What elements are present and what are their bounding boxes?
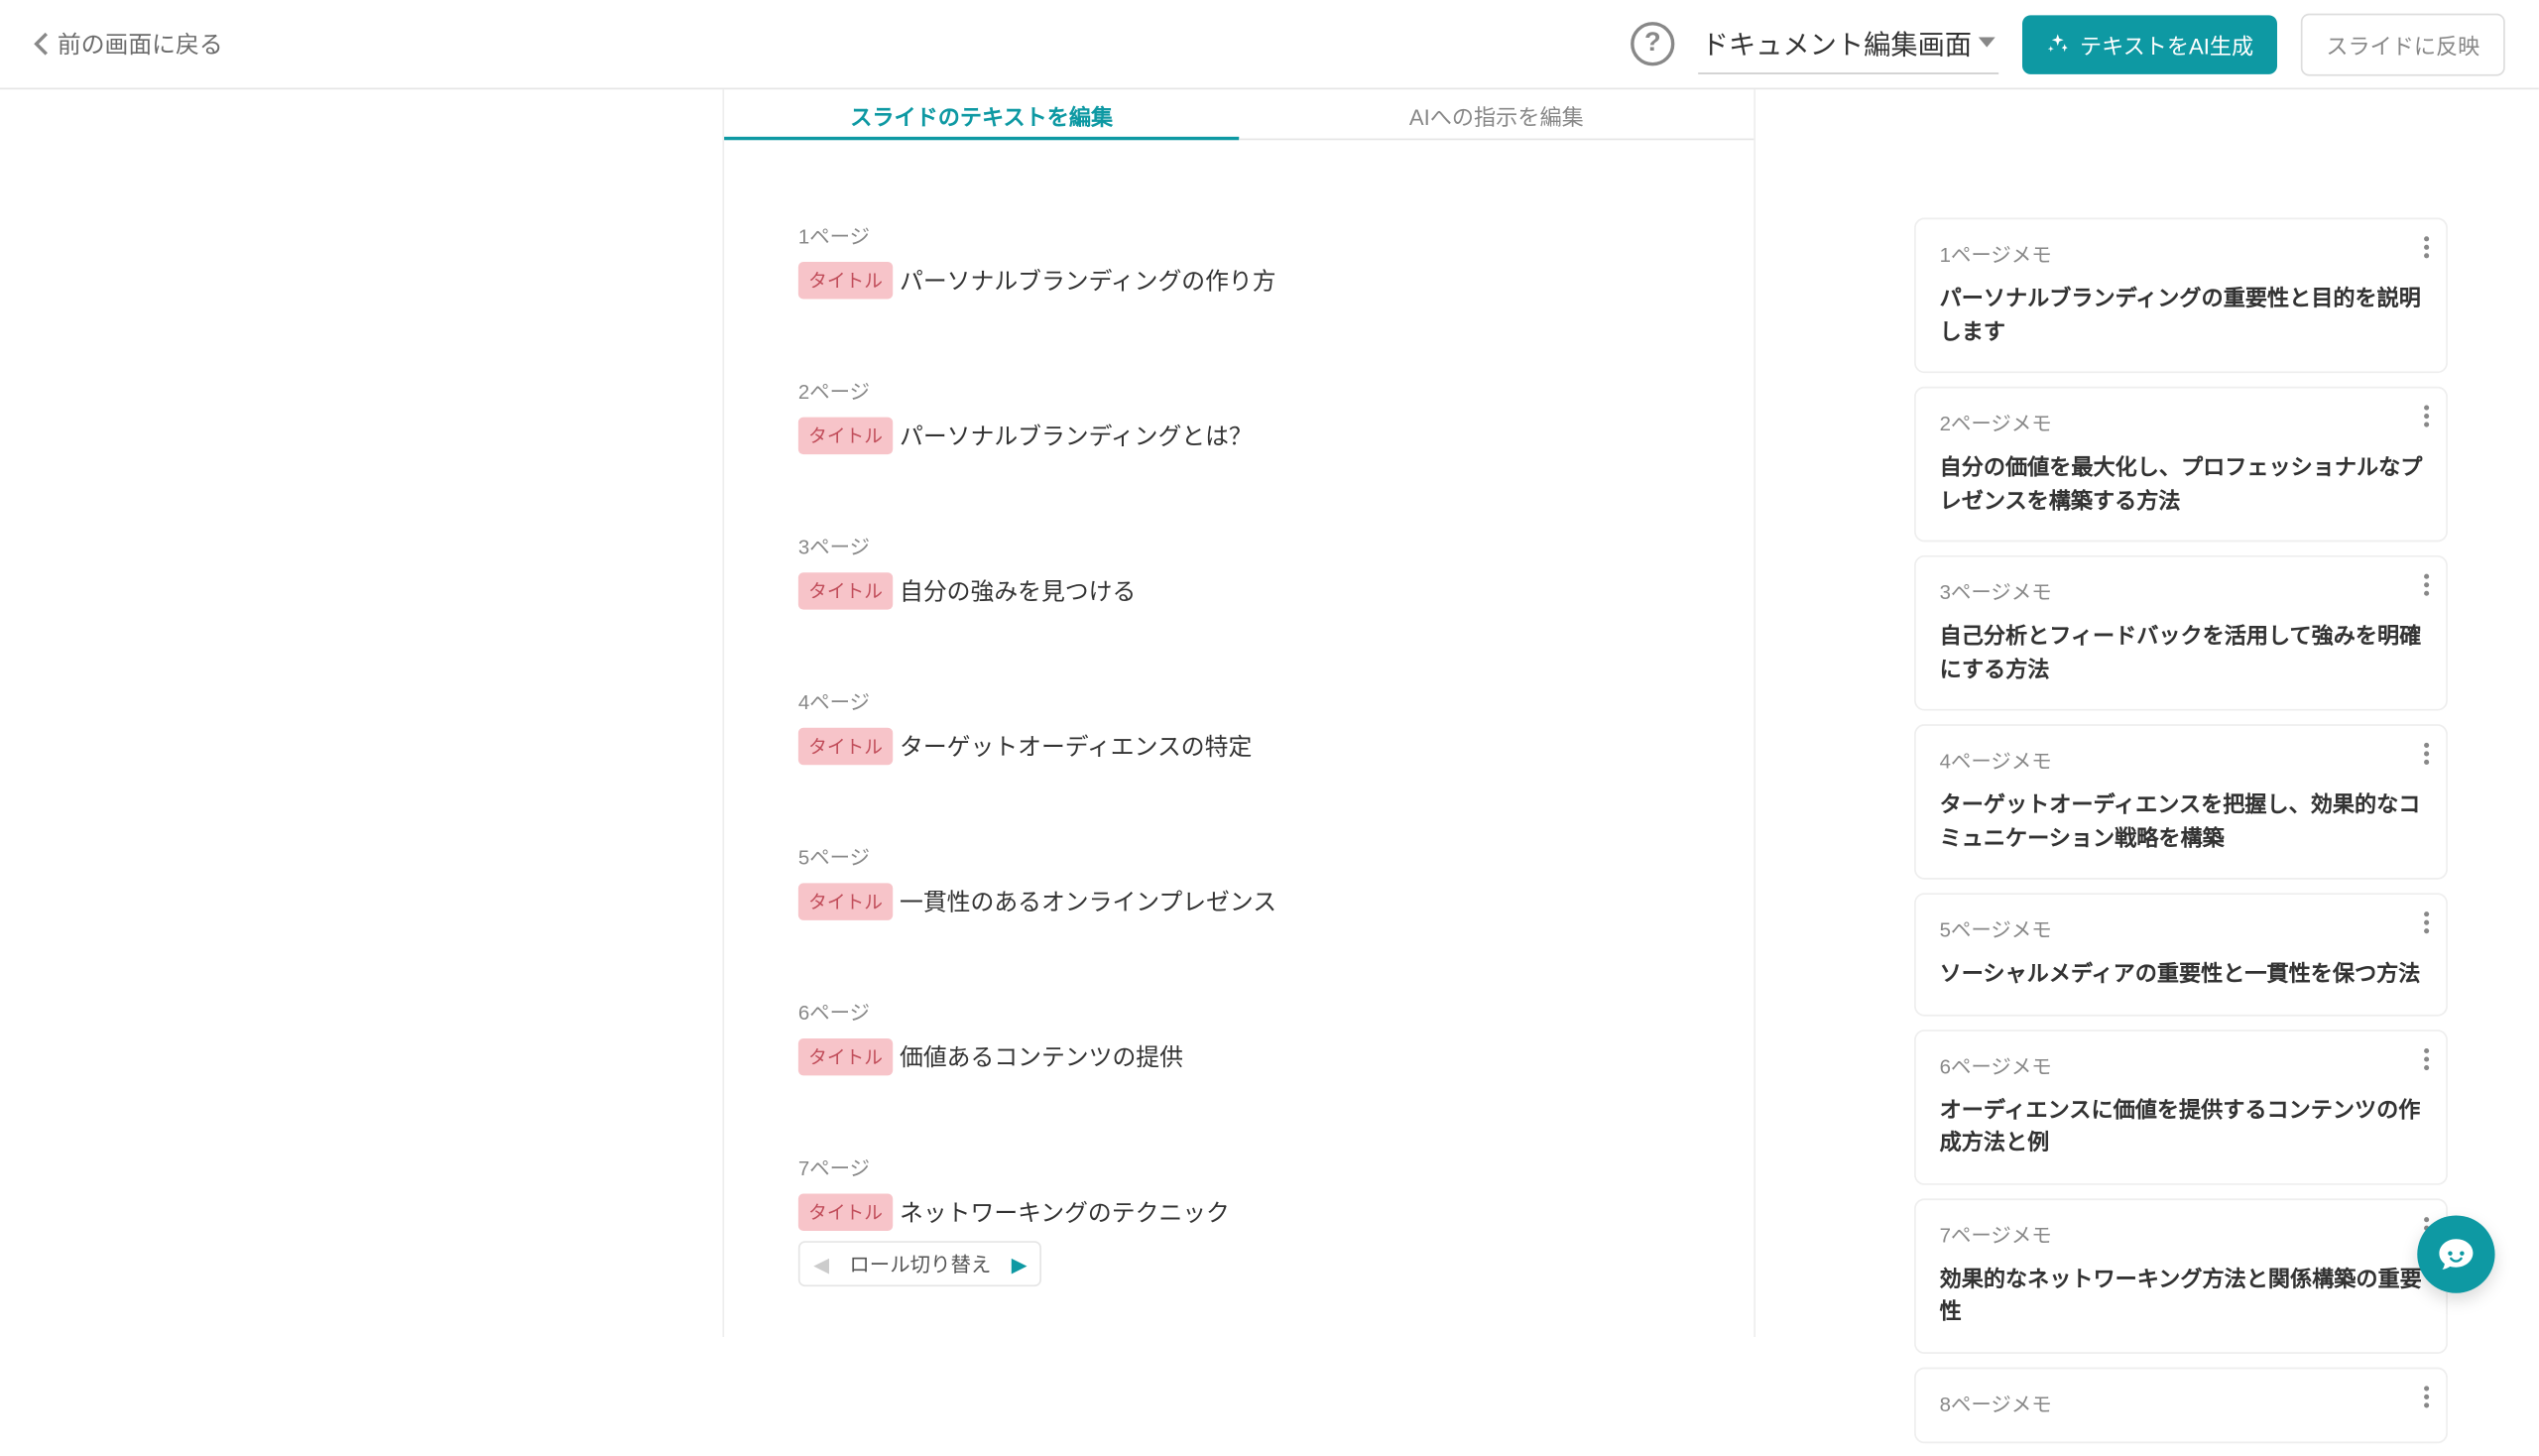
- memo-label: 3ページメモ: [1940, 577, 2423, 606]
- memo-label: 4ページメモ: [1940, 746, 2423, 775]
- memo-label: 1ページメモ: [1940, 240, 2423, 269]
- title-text: パーソナルブランディングの作り方: [900, 264, 1276, 298]
- memo-card[interactable]: 1ページメモパーソナルブランディングの重要性と目的を説明します: [1914, 218, 2448, 374]
- page-number: 2ページ: [798, 377, 1679, 406]
- view-label: ドキュメント編集画面: [1702, 21, 1972, 61]
- memo-text: 自己分析とフィードバックを活用して強みを明確にする方法: [1940, 620, 2423, 685]
- memo-card[interactable]: 5ページメモソーシャルメディアの重要性と一貫性を保つ方法: [1914, 893, 2448, 1015]
- more-icon[interactable]: [2424, 911, 2429, 933]
- page-number: 5ページ: [798, 842, 1679, 871]
- memo-card[interactable]: 7ページメモ効果的なネットワーキング方法と関係構築の重要性: [1914, 1198, 2448, 1354]
- chevron-left-icon[interactable]: ◀: [813, 1252, 829, 1275]
- chat-icon: [2436, 1234, 2477, 1274]
- chat-fab[interactable]: [2417, 1215, 2494, 1292]
- tab-edit-instructions-label: AIへの指示を編集: [1409, 99, 1584, 131]
- more-icon[interactable]: [2424, 743, 2429, 765]
- ai-generate-label: テキストをAI生成: [2080, 28, 2253, 60]
- more-icon[interactable]: [2424, 236, 2429, 258]
- content: スライドのテキストを編集 AIへの指示を編集 1ページタイトルパーソナルブランデ…: [0, 89, 2539, 1337]
- memo-label: 8ページメモ: [1940, 1389, 2423, 1417]
- memo-text: ソーシャルメディアの重要性と一貫性を保つ方法: [1940, 957, 2423, 990]
- memo-text: 効果的なネットワーキング方法と関係構築の重要性: [1940, 1262, 2423, 1327]
- memo-text: パーソナルブランディングの重要性と目的を説明します: [1940, 282, 2423, 347]
- memo-card[interactable]: 6ページメモオーディエンスに価値を提供するコンテンツの作成方法と例: [1914, 1029, 2448, 1184]
- title-tag: タイトル: [798, 262, 893, 299]
- memo-text: 自分の価値を最大化し、プロフェッショナルなプレゼンスを構築する方法: [1940, 450, 2423, 516]
- chevron-right-icon[interactable]: ▶: [1012, 1252, 1028, 1275]
- chevron-down-icon: [1979, 37, 1995, 47]
- page-block: 2ページタイトルパーソナルブランディングとは？: [798, 377, 1679, 454]
- role-switch[interactable]: ◀ ロール切り替え ▶: [798, 1241, 1042, 1286]
- title-row[interactable]: タイトル価値あるコンテンツの提供: [798, 1038, 1679, 1075]
- title-text: ネットワーキングのテクニック: [900, 1195, 1230, 1229]
- title-text: 一貫性のあるオンラインプレゼンス: [900, 885, 1276, 918]
- page-block: 6ページタイトル価値あるコンテンツの提供: [798, 998, 1679, 1075]
- title-tag: タイトル: [798, 572, 893, 609]
- memo-label: 2ページメモ: [1940, 409, 2423, 437]
- title-row[interactable]: タイトルパーソナルブランディングとは？: [798, 417, 1679, 453]
- back-label: 前の画面に戻る: [58, 27, 223, 61]
- title-tag: タイトル: [798, 1193, 893, 1230]
- page-number: 4ページ: [798, 687, 1679, 716]
- title-text: 自分の強みを見つける: [900, 574, 1136, 608]
- page-block: 1ページタイトルパーソナルブランディングの作り方: [798, 221, 1679, 299]
- more-icon[interactable]: [2424, 1047, 2429, 1069]
- title-row[interactable]: タイトルターゲットオーディエンスの特定: [798, 728, 1679, 765]
- chevron-left-icon: [34, 32, 49, 56]
- view-selector[interactable]: ドキュメント編集画面: [1698, 14, 1998, 73]
- page-number: 3ページ: [798, 532, 1679, 560]
- apply-slides-button[interactable]: スライドに反映: [2301, 13, 2505, 75]
- memo-card[interactable]: 2ページメモ自分の価値を最大化し、プロフェッショナルなプレゼンスを構築する方法: [1914, 387, 2448, 543]
- tab-edit-text-label: スライドのテキストを編集: [850, 99, 1113, 131]
- tab-edit-instructions[interactable]: AIへの指示を編集: [1239, 89, 1753, 140]
- help-icon[interactable]: ?: [1631, 22, 1674, 65]
- title-row[interactable]: タイトルパーソナルブランディングの作り方: [798, 262, 1679, 299]
- more-icon[interactable]: [2424, 405, 2429, 426]
- memo-text: ターゲットオーディエンスを把握し、効果的なコミュニケーション戦略を構築: [1940, 789, 2423, 854]
- apply-label: スライドに反映: [2326, 33, 2479, 59]
- page-block: 4ページタイトルターゲットオーディエンスの特定: [798, 687, 1679, 765]
- title-tag: タイトル: [798, 728, 893, 765]
- title-text: ターゲットオーディエンスの特定: [900, 729, 1252, 763]
- back-button[interactable]: 前の画面に戻る: [34, 27, 223, 61]
- title-row[interactable]: タイトル自分の強みを見つける: [798, 572, 1679, 609]
- header-right: ? ドキュメント編集画面 テキストをAI生成 スライドに反映: [1631, 13, 2505, 75]
- main-column: スライドのテキストを編集 AIへの指示を編集 1ページタイトルパーソナルブランデ…: [722, 89, 1755, 1337]
- memo-card[interactable]: 8ページメモ: [1914, 1367, 2448, 1443]
- tab-edit-text[interactable]: スライドのテキストを編集: [724, 89, 1239, 140]
- title-text: パーソナルブランディングとは？: [900, 419, 1253, 452]
- more-icon[interactable]: [2424, 574, 2429, 596]
- memo-card[interactable]: 3ページメモ自己分析とフィードバックを活用して強みを明確にする方法: [1914, 555, 2448, 711]
- left-gap: [0, 89, 722, 1337]
- more-icon[interactable]: [2424, 1385, 2429, 1406]
- memo-text: オーディエンスに価値を提供するコンテンツの作成方法と例: [1940, 1093, 2423, 1158]
- page-number: 7ページ: [798, 1153, 1679, 1181]
- title-tag: タイトル: [798, 883, 893, 919]
- page-block: 3ページタイトル自分の強みを見つける: [798, 532, 1679, 609]
- tabs: スライドのテキストを編集 AIへの指示を編集: [724, 89, 1753, 140]
- header: 前の画面に戻る ? ドキュメント編集画面 テキストをAI生成 スライドに反映: [0, 0, 2539, 89]
- page-number: 1ページ: [798, 221, 1679, 250]
- memo-label: 6ページメモ: [1940, 1050, 2423, 1079]
- title-row[interactable]: タイトルネットワーキングのテクニック: [798, 1193, 1679, 1230]
- memo-column: 1ページメモパーソナルブランディングの重要性と目的を説明します2ページメモ自分の…: [1914, 89, 2448, 1456]
- main-body[interactable]: 1ページタイトルパーソナルブランディングの作り方2ページタイトルパーソナルブラン…: [724, 140, 1753, 1337]
- title-text: 価値あるコンテンツの提供: [900, 1039, 1183, 1073]
- title-tag: タイトル: [798, 1038, 893, 1075]
- page-block: 5ページタイトル一貫性のあるオンラインプレゼンス: [798, 842, 1679, 919]
- memo-card[interactable]: 4ページメモターゲットオーディエンスを把握し、効果的なコミュニケーション戦略を構…: [1914, 724, 2448, 880]
- title-row[interactable]: タイトル一貫性のあるオンラインプレゼンス: [798, 883, 1679, 919]
- title-tag: タイトル: [798, 417, 893, 453]
- sparkle-icon: [2046, 32, 2070, 56]
- page-block: 7ページタイトルネットワーキングのテクニック ◀ ロール切り替え ▶: [798, 1153, 1679, 1285]
- memo-label: 7ページメモ: [1940, 1220, 2423, 1249]
- memo-label: 5ページメモ: [1940, 914, 2423, 943]
- page-number: 6ページ: [798, 998, 1679, 1027]
- ai-generate-button[interactable]: テキストをAI生成: [2022, 14, 2277, 73]
- role-switch-label: ロール切り替え: [850, 1249, 992, 1277]
